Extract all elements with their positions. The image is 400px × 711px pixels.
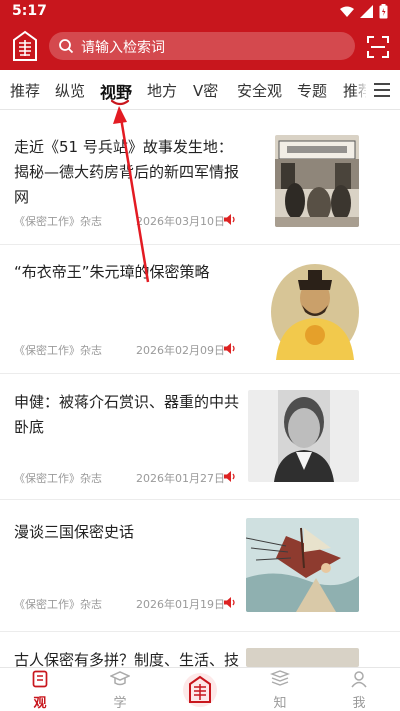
nav-observe[interactable]: 观 xyxy=(20,670,60,711)
article-item[interactable]: 古人保密有多拼？制度、生活、技艺 xyxy=(0,648,400,694)
tab-topics[interactable]: 专题 xyxy=(297,80,327,101)
article-date: 2026年03月10日 xyxy=(136,215,225,228)
article-date: 2026年01月19日 xyxy=(136,598,225,611)
app-logo[interactable] xyxy=(10,30,40,64)
nav-label: 观 xyxy=(33,696,47,711)
audio-icon[interactable] xyxy=(224,214,236,225)
nav-learn[interactable]: 学 xyxy=(100,670,140,711)
tab-local[interactable]: 地方 xyxy=(147,80,177,101)
signal-icon xyxy=(360,5,373,18)
status-time: 5:17 xyxy=(12,3,47,19)
article-date: 2026年01月27日 xyxy=(136,472,225,485)
search-placeholder: 请输入检索词 xyxy=(81,40,165,56)
nav-label: 学 xyxy=(113,696,127,711)
nav-know[interactable]: 知 xyxy=(260,670,300,711)
bottom-navigation: 观 学 密 知 我 xyxy=(0,667,400,711)
article-item[interactable]: “布衣帝王”朱元璋的保密策略 《保密工作》杂志 2026年02月09日 xyxy=(0,260,400,374)
article-title[interactable]: 走近《51 号兵站》故事发生地：揭秘—德大药房背后的新四军情报网 xyxy=(14,135,240,210)
article-title[interactable]: 申健：被蒋介石赏识、器重的中共卧底 xyxy=(14,390,240,440)
article-source: 《保密工作》杂志 xyxy=(14,344,102,357)
article-title[interactable]: “布衣帝王”朱元璋的保密策略 xyxy=(14,260,240,285)
graduation-cap-icon xyxy=(109,671,131,686)
search-icon xyxy=(59,39,74,54)
tab-security-view[interactable]: 安全观 xyxy=(237,80,282,101)
audio-icon[interactable] xyxy=(224,471,236,482)
article-source: 《保密工作》杂志 xyxy=(14,598,102,611)
article-source: 《保密工作》杂志 xyxy=(14,472,102,485)
search-input[interactable]: 请输入检索词 xyxy=(49,32,355,60)
tab-overview[interactable]: 纵览 xyxy=(55,80,85,101)
article-thumbnail xyxy=(246,648,359,667)
tab-menu-button[interactable] xyxy=(366,70,400,109)
battery-icon xyxy=(379,4,388,19)
nav-me[interactable]: 我 xyxy=(339,670,379,711)
document-icon xyxy=(32,670,48,688)
audio-icon[interactable] xyxy=(224,597,236,608)
article-thumbnail xyxy=(270,260,360,360)
article-title[interactable]: 漫谈三国保密史话 xyxy=(14,520,240,545)
nav-secret-center[interactable]: 密 xyxy=(180,672,220,708)
scan-icon[interactable] xyxy=(366,35,390,59)
audio-icon[interactable] xyxy=(224,343,236,354)
wifi-icon xyxy=(340,6,354,17)
secret-logo-icon xyxy=(183,673,217,707)
article-item[interactable]: 漫谈三国保密史话 《保密工作》杂志 2026年01月19日 xyxy=(0,518,400,632)
status-bar: 5:17 xyxy=(0,0,400,24)
article-item[interactable]: 走近《51 号兵站》故事发生地：揭秘—德大药房背后的新四军情报网 《保密工作》杂… xyxy=(0,135,400,245)
app-header: 请输入检索词 xyxy=(0,24,400,70)
tab-v-secret[interactable]: V密 xyxy=(193,80,218,101)
article-source: 《保密工作》杂志 xyxy=(14,215,102,228)
nav-label: 我 xyxy=(352,696,366,711)
menu-icon xyxy=(374,83,390,97)
article-item[interactable]: 申健：被蒋介石赏识、器重的中共卧底 《保密工作》杂志 2026年01月27日 xyxy=(0,390,400,500)
status-icons xyxy=(340,4,388,19)
active-tab-indicator xyxy=(110,100,130,106)
article-date: 2026年02月09日 xyxy=(136,344,225,357)
book-stack-icon xyxy=(270,670,290,686)
article-thumbnail xyxy=(275,135,359,227)
article-thumbnail xyxy=(246,518,359,612)
tab-recommend[interactable]: 推荐 xyxy=(10,80,40,101)
category-tabs: 推荐 纵览 视野 地方 V密 安全观 专题 推荐 xyxy=(0,70,400,110)
user-icon xyxy=(351,671,367,688)
article-thumbnail xyxy=(248,390,359,482)
nav-label: 知 xyxy=(273,696,287,711)
